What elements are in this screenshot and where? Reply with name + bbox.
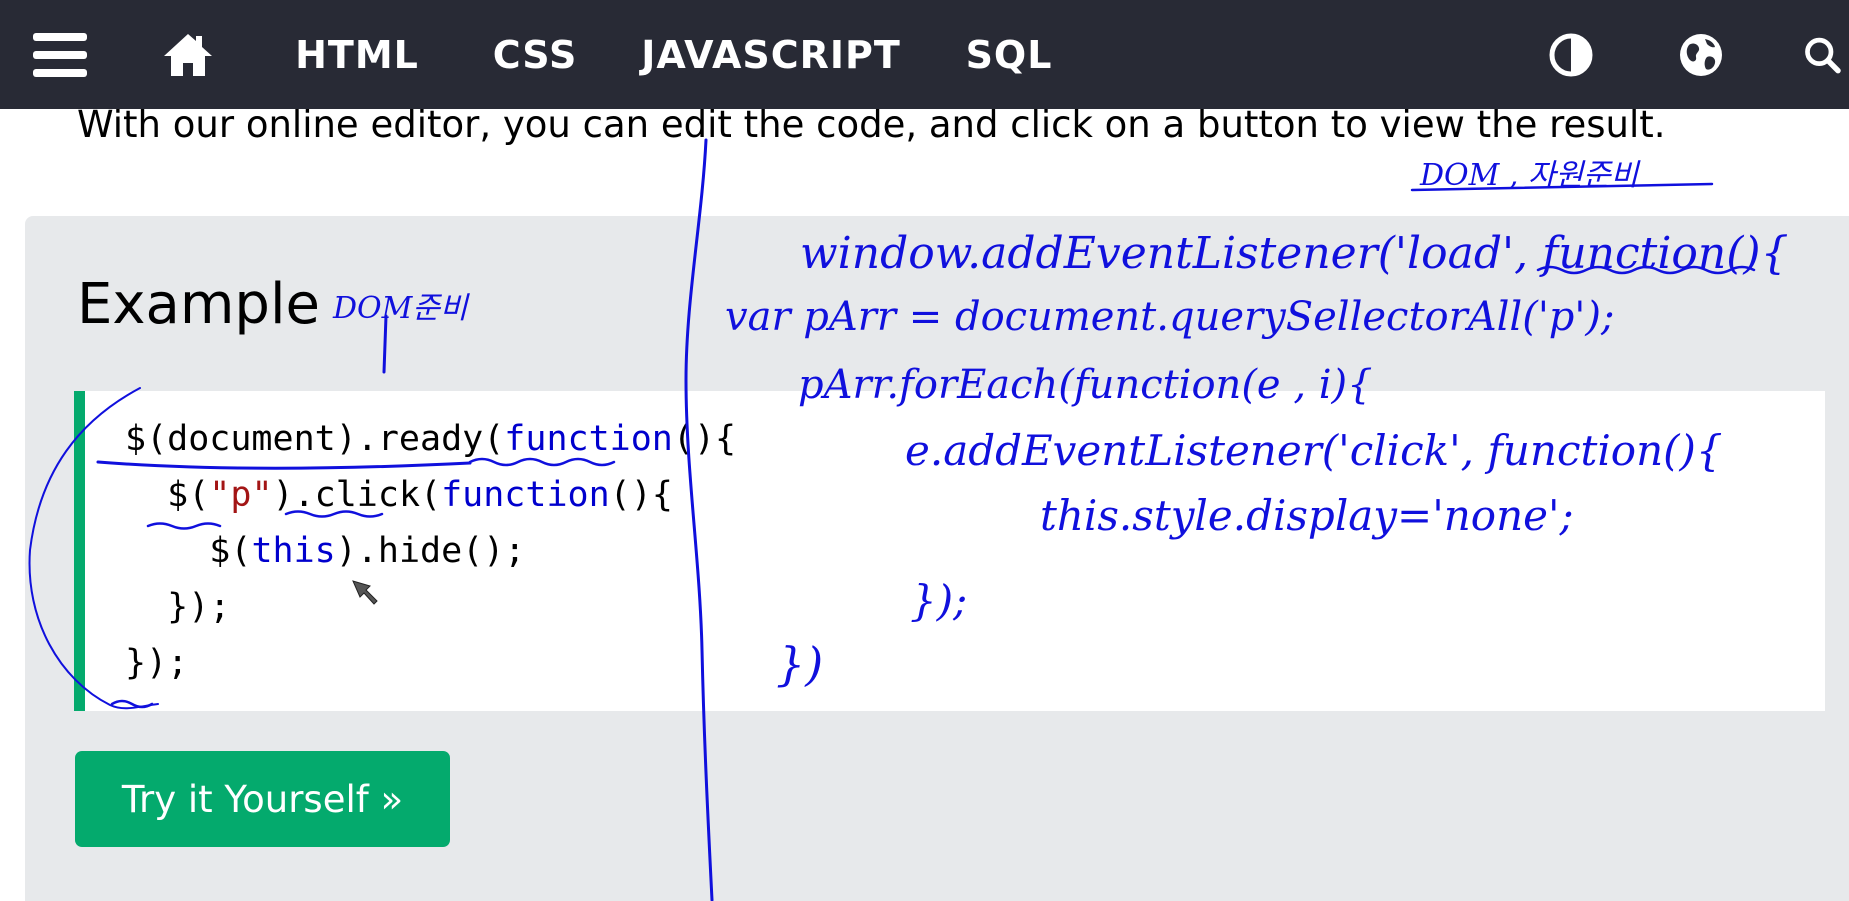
code-line-5: }); (125, 643, 189, 683)
code-block: $(document).ready(function(){ $("p").cli… (74, 391, 1825, 711)
top-nav-bar: HTML CSS JAVASCRIPT SQL (0, 0, 1849, 109)
code-line-3: $(this).hide(); (125, 531, 526, 571)
code-line-1: $(document).ready(function(){ (125, 419, 737, 459)
pen-cursor-icon (350, 578, 380, 612)
page-root: HTML CSS JAVASCRIPT SQL With our online … (0, 0, 1849, 901)
contrast-icon[interactable] (1548, 0, 1594, 109)
hamburger-menu-icon[interactable] (20, 0, 100, 109)
ink-note-dom-resource: DOM , 자원준비 (1419, 158, 1641, 193)
nav-link-javascript[interactable]: JAVASCRIPT (641, 0, 900, 109)
example-title: Example (77, 272, 320, 337)
search-icon[interactable] (1802, 0, 1849, 109)
nav-link-sql[interactable]: SQL (966, 0, 1052, 109)
nav-link-css[interactable]: CSS (490, 0, 580, 109)
globe-icon[interactable] (1678, 0, 1724, 109)
intro-text: With our online editor, you can edit the… (77, 103, 1666, 146)
try-it-yourself-button[interactable]: Try it Yourself » (75, 751, 450, 847)
code-line-2: $("p").click(function(){ (125, 475, 673, 515)
home-icon[interactable] (158, 0, 218, 109)
ink-underline-resource (1410, 182, 1714, 192)
nav-link-html[interactable]: HTML (292, 0, 422, 109)
code-line-4: }); (125, 587, 231, 627)
